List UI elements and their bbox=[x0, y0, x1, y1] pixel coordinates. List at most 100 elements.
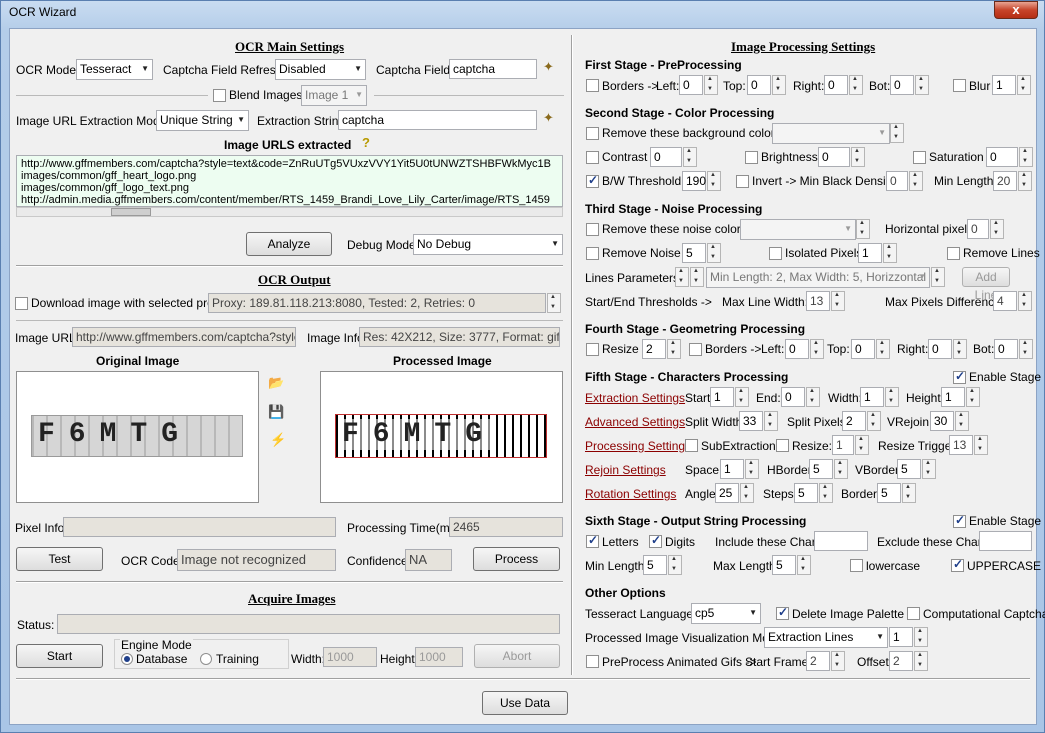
steps-input[interactable]: 5 bbox=[794, 483, 818, 503]
open-folder-icon[interactable]: 📂 bbox=[268, 375, 284, 391]
right-spinner[interactable] bbox=[849, 75, 863, 95]
remove-noise-checkbox[interactable] bbox=[586, 247, 599, 260]
isolated-pixels-checkbox[interactable] bbox=[769, 247, 782, 260]
bw-threshold-input[interactable]: 190 bbox=[682, 171, 706, 191]
process-button[interactable]: Process bbox=[473, 547, 560, 571]
resize-trigger-spinner[interactable] bbox=[974, 435, 988, 455]
max-line-width-input[interactable]: 13 bbox=[806, 291, 830, 311]
abort-button[interactable]: Abort bbox=[474, 644, 560, 668]
include-chars-input[interactable] bbox=[814, 531, 868, 551]
horizontal-scrollbar[interactable] bbox=[16, 207, 563, 217]
vborder-input[interactable]: 5 bbox=[897, 459, 921, 479]
angle-input[interactable]: 25 bbox=[715, 483, 739, 503]
save-icon[interactable]: 💾 bbox=[268, 404, 284, 420]
invert-checkbox[interactable] bbox=[736, 175, 749, 188]
resize-spinner[interactable] bbox=[667, 339, 681, 359]
lowercase-checkbox[interactable] bbox=[850, 559, 863, 572]
download-proxy-checkbox[interactable] bbox=[15, 297, 28, 310]
width-input[interactable]: 1 bbox=[860, 387, 884, 407]
start-spinner[interactable] bbox=[735, 387, 749, 407]
rejoin-settings-link[interactable]: Rejoin Settings bbox=[585, 463, 666, 477]
remove-bg-checkbox[interactable] bbox=[586, 127, 599, 140]
invert-spinner[interactable] bbox=[909, 171, 923, 191]
start-frame-spinner[interactable] bbox=[831, 651, 845, 671]
resize-checkbox[interactable] bbox=[586, 343, 599, 356]
remove-noise-spinner[interactable] bbox=[707, 243, 721, 263]
height-spinner[interactable] bbox=[966, 387, 980, 407]
scrollbar-thumb[interactable] bbox=[111, 208, 151, 216]
geo-bot-spinner[interactable] bbox=[1019, 339, 1033, 359]
top-spinner[interactable] bbox=[772, 75, 786, 95]
resize-input[interactable]: 2 bbox=[642, 339, 666, 359]
fifth-enable-checkbox[interactable] bbox=[953, 369, 966, 384]
min-length-spinner[interactable] bbox=[668, 555, 682, 575]
use-data-button[interactable]: Use Data bbox=[482, 691, 568, 715]
blend-image-select[interactable]: Image 1 bbox=[301, 85, 367, 106]
exclude-chars-input[interactable] bbox=[979, 531, 1032, 551]
lines-parameters-left-spinner[interactable] bbox=[675, 267, 689, 287]
saturation-checkbox[interactable] bbox=[913, 151, 926, 164]
magic-wand-icon[interactable]: ✦ bbox=[543, 110, 554, 126]
border-input[interactable]: 5 bbox=[877, 483, 901, 503]
noise-colors-spinner[interactable] bbox=[856, 219, 870, 239]
resize5-input[interactable]: 1 bbox=[832, 435, 854, 455]
brightness-spinner[interactable] bbox=[851, 147, 865, 167]
horizontal-pixels-spinner[interactable] bbox=[990, 219, 1004, 239]
digits-checkbox[interactable] bbox=[649, 533, 662, 548]
bw-threshold-spinner[interactable] bbox=[707, 171, 721, 191]
close-button[interactable]: x bbox=[994, 1, 1038, 19]
brightness-checkbox[interactable] bbox=[745, 151, 758, 164]
noise-colors-select[interactable] bbox=[740, 219, 856, 240]
left-spinner[interactable] bbox=[704, 75, 718, 95]
debug-mode-select[interactable]: No Debug bbox=[413, 234, 563, 255]
bg-colors-spinner[interactable] bbox=[890, 123, 904, 143]
angle-spinner[interactable] bbox=[740, 483, 754, 503]
extraction-settings-link[interactable]: Extraction Settings bbox=[585, 391, 685, 405]
max-pixels-difference-spinner[interactable] bbox=[1018, 291, 1032, 311]
start-button[interactable]: Start bbox=[16, 644, 103, 668]
image-urls-list[interactable]: http://www.gffmembers.com/captcha?style=… bbox=[16, 155, 563, 207]
isolated-pixels-input[interactable]: 1 bbox=[858, 243, 882, 263]
delete-palette-checkbox[interactable] bbox=[776, 605, 789, 620]
magic-wand-icon[interactable]: ✦ bbox=[543, 59, 554, 75]
invert-input[interactable]: 0 bbox=[886, 171, 908, 191]
blur-input[interactable]: 1 bbox=[992, 75, 1016, 95]
computational-captcha-checkbox[interactable] bbox=[907, 607, 920, 620]
subextraction-checkbox[interactable] bbox=[685, 439, 698, 452]
max-pixels-difference-input[interactable]: 4 bbox=[993, 291, 1017, 311]
resize5-checkbox[interactable] bbox=[776, 439, 789, 452]
saturation-spinner[interactable] bbox=[1019, 147, 1033, 167]
processing-settings-link[interactable]: Processing Settings bbox=[585, 439, 691, 453]
resize5-spinner[interactable] bbox=[855, 435, 869, 455]
add-line-button[interactable]: Add Line bbox=[962, 267, 1010, 302]
extraction-string-input[interactable]: captcha bbox=[338, 110, 537, 130]
database-radio[interactable] bbox=[121, 653, 133, 665]
geo-bot-input[interactable]: 0 bbox=[994, 339, 1018, 359]
sixth-enable-checkbox[interactable] bbox=[953, 513, 966, 528]
geo-right-input[interactable]: 0 bbox=[928, 339, 952, 359]
remove-noise-colors-checkbox[interactable] bbox=[586, 223, 599, 236]
blur-checkbox[interactable] bbox=[953, 79, 966, 92]
blur-spinner[interactable] bbox=[1017, 75, 1031, 95]
ocr-mode-select[interactable]: Tesseract bbox=[76, 59, 153, 80]
end-input[interactable]: 0 bbox=[781, 387, 805, 407]
borders-checkbox[interactable] bbox=[586, 79, 599, 92]
tesseract-language-select[interactable]: cp5 bbox=[691, 603, 761, 624]
bot-input[interactable]: 0 bbox=[890, 75, 914, 95]
offset-spinner[interactable] bbox=[914, 651, 928, 671]
geo-top-input[interactable]: 0 bbox=[851, 339, 875, 359]
split-pixels-spinner[interactable] bbox=[867, 411, 881, 431]
list-item[interactable]: http://admin.media.gffmembers.com/conten… bbox=[21, 194, 558, 206]
blend-images-checkbox[interactable] bbox=[213, 89, 226, 102]
list-item[interactable]: images/common/gff_logo_text.png bbox=[21, 182, 558, 194]
border-spinner[interactable] bbox=[902, 483, 916, 503]
lightning-icon[interactable]: ⚡ bbox=[270, 432, 286, 448]
geo-left-input[interactable]: 0 bbox=[785, 339, 809, 359]
vrejoin-spinner[interactable] bbox=[955, 411, 969, 431]
geo-borders-checkbox[interactable] bbox=[689, 343, 702, 356]
space-input[interactable]: 1 bbox=[720, 459, 744, 479]
analyze-button[interactable]: Analyze bbox=[246, 232, 332, 256]
start-frame-input[interactable]: 2 bbox=[806, 651, 830, 671]
proxy-spinner[interactable] bbox=[547, 293, 561, 313]
contrast-checkbox[interactable] bbox=[586, 151, 599, 164]
